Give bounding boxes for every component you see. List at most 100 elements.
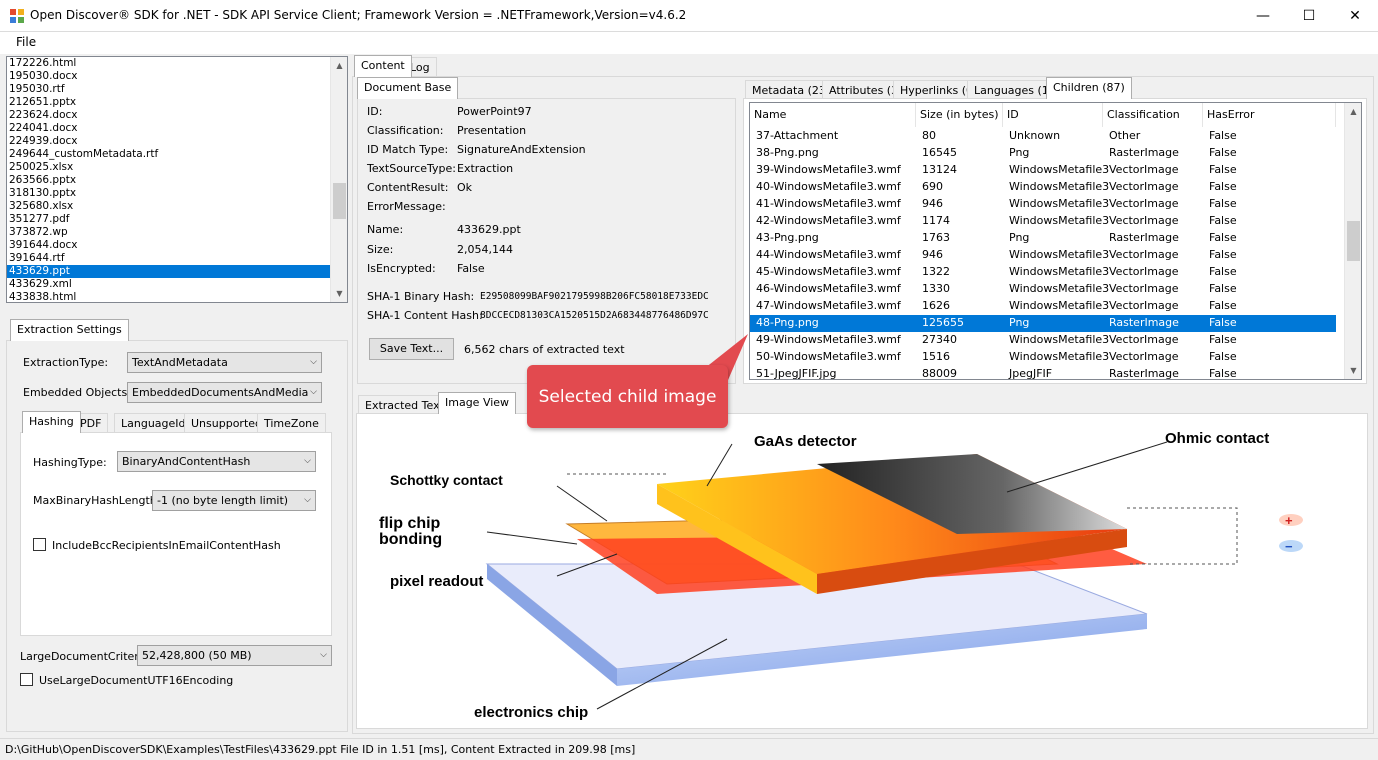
tab-languageid[interactable]: LanguageId	[114, 413, 193, 433]
table-row[interactable]: 44-WindowsMetafile3.wmf 946 WindowsMetafil…	[750, 247, 1336, 264]
doc-field-value: Presentation	[457, 124, 527, 137]
save-text-button[interactable]: Save Text...	[369, 338, 454, 360]
table-row[interactable]: 47-WindowsMetafile3.wmf 1626 WindowsMetafi…	[750, 298, 1336, 315]
table-row[interactable]: 45-WindowsMetafile3.wmf 1322 WindowsMetafi…	[750, 264, 1336, 281]
app-icon	[10, 9, 24, 23]
table-row[interactable]: 42-WindowsMetafile3.wmf 1174 WindowsMetafi…	[750, 213, 1336, 230]
embedded-objects-select[interactable]: EmbeddedDocumentsAndMedia ⌵	[127, 382, 322, 403]
file-list[interactable]: 172226.html 195030.docx 195030.rtf 212651.p…	[6, 56, 348, 303]
table-row[interactable]: 49-WindowsMetafile3.wmf 27340 WindowsMetaf…	[750, 332, 1336, 349]
large-doc-select[interactable]: 52,428,800 (50 MB) ⌵	[137, 645, 332, 666]
file-list-item[interactable]: 351277.pdf	[7, 213, 331, 226]
table-cell: VectorImage	[1109, 163, 1179, 176]
table-cell: 42-WindowsMetafile3.wmf	[756, 214, 901, 227]
table-cell: 1322	[922, 265, 950, 278]
column-header[interactable]: HasError	[1203, 103, 1336, 127]
utf16-checkbox[interactable]	[20, 673, 33, 686]
embedded-objects-label: Embedded Objects:	[23, 386, 131, 399]
table-cell: VectorImage	[1109, 265, 1179, 278]
scroll-up-icon[interactable]: ▲	[331, 57, 347, 74]
file-list-item[interactable]: 263566.pptx	[7, 174, 331, 187]
file-list-item[interactable]: 250025.xlsx	[7, 161, 331, 174]
column-header[interactable]: Name	[750, 103, 916, 127]
children-scrollbar[interactable]: ▲ ▼	[1344, 103, 1361, 379]
table-row[interactable]: 37-Attachment 80 Unknown Other False	[750, 128, 1336, 145]
file-list-item[interactable]: 318130.pptx	[7, 187, 331, 200]
tab-extraction-settings[interactable]: Extraction Settings	[10, 319, 129, 341]
table-cell: RasterImage	[1109, 367, 1179, 380]
table-cell: 51-JpegJFIF.jpg	[756, 367, 837, 380]
column-header[interactable]: Classification	[1103, 103, 1203, 127]
doc-field-label: TextSourceType:	[367, 162, 456, 175]
file-list-item[interactable]: 433629.xml	[7, 278, 331, 291]
doc-field-label: ID Match Type:	[367, 143, 449, 156]
tab-document-base[interactable]: Document Base	[357, 77, 459, 99]
ohmic-label: Ohmic contact	[1165, 430, 1269, 447]
table-cell: 48-Png.png	[756, 316, 819, 329]
file-list-item[interactable]: 172226.html	[7, 57, 331, 70]
file-list-item[interactable]: 373872.wp	[7, 226, 331, 239]
scroll-up-icon[interactable]: ▲	[1345, 103, 1361, 120]
table-row[interactable]: 46-WindowsMetafile3.wmf 1330 WindowsMetafi…	[750, 281, 1336, 298]
extraction-type-select[interactable]: TextAndMetadata ⌵	[127, 352, 322, 373]
extraction-type-label: ExtractionType:	[23, 356, 109, 369]
tab-timezone[interactable]: TimeZone	[257, 413, 326, 433]
table-cell: VectorImage	[1109, 180, 1179, 193]
table-row[interactable]: 50-WindowsMetafile3.wmf 1516 WindowsMetafi…	[750, 349, 1336, 366]
table-cell: WindowsMetafile3	[1009, 197, 1110, 210]
table-row[interactable]: 48-Png.png 125655 Png RasterImage False	[750, 315, 1336, 332]
scroll-thumb[interactable]	[333, 183, 346, 219]
scroll-down-icon[interactable]: ▼	[1345, 362, 1361, 379]
file-list-item[interactable]: 224041.docx	[7, 122, 331, 135]
hashing-type-value: BinaryAndContentHash	[122, 455, 251, 468]
tab-children[interactable]: Children (87)	[1046, 77, 1132, 99]
file-list-item[interactable]: 195030.rtf	[7, 83, 331, 96]
file-list-item[interactable]: 391644.docx	[7, 239, 331, 252]
bonding-label: bonding	[379, 531, 442, 548]
table-cell: False	[1209, 367, 1237, 380]
table-row[interactable]: 51-JpegJFIF.jpg 88009 JpegJFIF RasterImage F…	[750, 366, 1336, 380]
table-row[interactable]: 38-Png.png 16545 Png RasterImage False	[750, 145, 1336, 162]
file-list-item[interactable]: 325680.xlsx	[7, 200, 331, 213]
table-row[interactable]: 40-WindowsMetafile3.wmf 690 WindowsMetafil…	[750, 179, 1336, 196]
pixel-readout-label: pixel readout	[390, 573, 483, 590]
table-row[interactable]: 41-WindowsMetafile3.wmf 946 WindowsMetafil…	[750, 196, 1336, 213]
tab-image-view[interactable]: Image View	[438, 392, 517, 414]
close-button[interactable]: ✕	[1332, 0, 1378, 31]
children-grid[interactable]: Name Size (in bytes) ID Classification HasEr…	[749, 102, 1362, 380]
file-list-item[interactable]: 433629.ppt	[7, 265, 331, 278]
file-list-item[interactable]: 249644_customMetadata.rtf	[7, 148, 331, 161]
menu-file[interactable]: File	[16, 35, 36, 49]
file-list-scrollbar[interactable]: ▲ ▼	[330, 57, 347, 302]
maximize-button[interactable]: ☐	[1286, 0, 1332, 31]
sha-content-value: 8DCCECD81303CA1520515D2A683448776486D97C	[480, 310, 709, 321]
hashing-type-select[interactable]: BinaryAndContentHash ⌵	[117, 451, 316, 472]
file-list-item[interactable]: 212651.pptx	[7, 96, 331, 109]
file-list-item[interactable]: 223624.docx	[7, 109, 331, 122]
file-list-item[interactable]: 195030.docx	[7, 70, 331, 83]
doc-field-label: IsEncrypted:	[367, 262, 436, 275]
file-list-item[interactable]: 224939.docx	[7, 135, 331, 148]
scroll-down-icon[interactable]: ▼	[331, 285, 347, 302]
doc-field-label: ContentResult:	[367, 181, 449, 194]
bcc-checkbox[interactable]	[33, 538, 46, 551]
file-list-item[interactable]: 433838.html	[7, 291, 331, 302]
table-cell: 38-Png.png	[756, 146, 819, 159]
large-doc-value: 52,428,800 (50 MB)	[142, 649, 252, 662]
table-row[interactable]: 39-WindowsMetafile3.wmf 13124 WindowsMetaf…	[750, 162, 1336, 179]
table-cell: WindowsMetafile3	[1009, 248, 1110, 261]
max-hash-select[interactable]: -1 (no byte length limit) ⌵	[152, 490, 316, 511]
doc-field-label: Classification:	[367, 124, 444, 137]
tab-hashing[interactable]: Hashing	[22, 411, 81, 433]
table-cell: VectorImage	[1109, 214, 1179, 227]
minimize-button[interactable]: —	[1240, 0, 1286, 31]
chevron-down-icon: ⌵	[320, 650, 327, 660]
column-header[interactable]: ID	[1003, 103, 1103, 127]
file-list-item[interactable]: 391644.rtf	[7, 252, 331, 265]
scroll-thumb[interactable]	[1347, 221, 1360, 261]
column-header[interactable]: Size (in bytes)	[916, 103, 1003, 127]
tab-extracted-text[interactable]: Extracted Text	[358, 395, 451, 415]
tab-content[interactable]: Content	[354, 55, 412, 77]
table-row[interactable]: 43-Png.png 1763 Png RasterImage False	[750, 230, 1336, 247]
table-cell: WindowsMetafile3	[1009, 163, 1110, 176]
